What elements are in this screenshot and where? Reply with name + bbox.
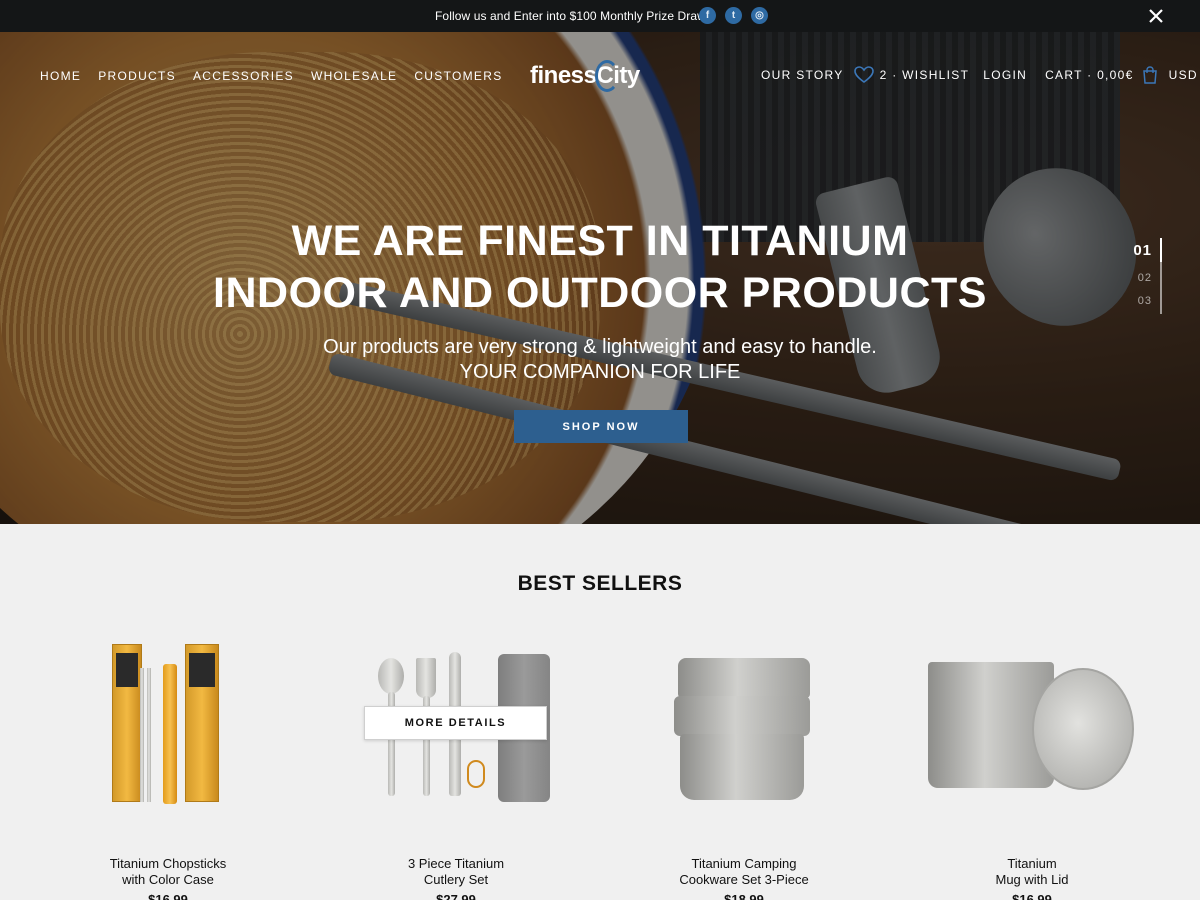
fork-image bbox=[416, 658, 436, 698]
product-image-mug[interactable] bbox=[912, 630, 1152, 820]
product-price: $16.99 bbox=[1012, 892, 1052, 900]
slide-02[interactable]: 02 bbox=[1138, 272, 1152, 284]
product-name-line1: Titanium bbox=[1007, 856, 1057, 871]
slide-03[interactable]: 03 bbox=[1138, 295, 1152, 307]
hero-headline-line2: INDOOR AND OUTDOOR PRODUCTS bbox=[213, 269, 987, 317]
cart-label[interactable]: CART · 0,00€ bbox=[1045, 68, 1134, 82]
cart-link[interactable]: CART · 0,00€ bbox=[1045, 66, 1158, 84]
product-name[interactable]: Titanium Mug with Lid bbox=[912, 856, 1152, 888]
product-name-line2: with Color Case bbox=[122, 872, 214, 887]
facebook-icon[interactable]: f bbox=[699, 7, 716, 24]
site-logo[interactable]: finessCity bbox=[530, 60, 640, 92]
product-price: $18.99 bbox=[724, 892, 764, 900]
product-name[interactable]: Titanium Chopsticks with Color Case bbox=[48, 856, 288, 888]
heart-icon bbox=[853, 66, 874, 83]
product-price: $27.99 bbox=[436, 892, 476, 900]
wishlist-label[interactable]: 2 · WISHLIST bbox=[880, 68, 970, 82]
utility-nav: OUR STORY 2 · WISHLIST LOGIN CART · 0,00… bbox=[761, 66, 1200, 84]
product-card[interactable]: Titanium Chopsticks with Color Case $16.… bbox=[48, 630, 288, 900]
mug-lid-image bbox=[1032, 668, 1134, 790]
pot-bottom-image bbox=[680, 734, 804, 800]
nav-customers[interactable]: CUSTOMERS bbox=[414, 69, 502, 83]
product-image-cutlery[interactable]: MORE DETAILS bbox=[336, 630, 576, 820]
nav-our-story[interactable]: OUR STORY bbox=[761, 68, 844, 82]
announcement-bar: Follow us and Enter into $100 Monthly Pr… bbox=[0, 0, 1200, 32]
product-name[interactable]: 3 Piece Titanium Cutlery Set bbox=[336, 856, 576, 888]
shop-now-button[interactable]: SHOP NOW bbox=[514, 410, 688, 443]
carabiner-image bbox=[467, 760, 485, 788]
product-name-line1: Titanium Camping bbox=[691, 856, 797, 871]
pot-lid-image bbox=[678, 658, 810, 698]
close-icon[interactable] bbox=[1146, 6, 1166, 26]
product-card[interactable]: Titanium Mug with Lid $16.99 bbox=[912, 630, 1152, 900]
product-price: $16.99 bbox=[148, 892, 188, 900]
currency-label[interactable]: USD bbox=[1169, 68, 1198, 82]
logo-text: finess bbox=[530, 62, 597, 89]
hero-headline-line1: WE ARE FINEST IN TITANIUM bbox=[291, 217, 909, 265]
logo-city: City bbox=[595, 60, 640, 92]
product-name-line2: Cookware Set 3-Piece bbox=[679, 872, 809, 887]
best-sellers-title: BEST SELLERS bbox=[517, 572, 683, 595]
spoon-image bbox=[378, 658, 404, 694]
chopstick-image bbox=[140, 668, 144, 802]
hero-subline1: Our products are very strong & lightweig… bbox=[323, 336, 877, 358]
login-link[interactable]: LOGIN bbox=[983, 68, 1027, 82]
slide-indicator: 01 02 03 bbox=[1128, 238, 1162, 314]
wishlist-link[interactable]: 2 · WISHLIST bbox=[853, 66, 970, 84]
nav-wholesale[interactable]: WHOLESALE bbox=[311, 69, 397, 83]
product-name[interactable]: Titanium Camping Cookware Set 3-Piece bbox=[624, 856, 864, 888]
nav-products[interactable]: PRODUCTS bbox=[98, 69, 176, 83]
chopstick-case-image bbox=[163, 664, 177, 804]
chopstick-image bbox=[147, 668, 151, 802]
product-name-line2: Cutlery Set bbox=[423, 872, 489, 887]
shopping-bag-icon bbox=[1142, 66, 1157, 84]
nav-home[interactable]: HOME bbox=[40, 69, 81, 83]
social-links: f t ◎ bbox=[699, 7, 768, 24]
pot-middle-image bbox=[674, 696, 810, 736]
product-name-line1: Titanium Chopsticks bbox=[109, 856, 227, 871]
product-card[interactable]: Titanium Camping Cookware Set 3-Piece $1… bbox=[624, 630, 864, 900]
product-name-line1: 3 Piece Titanium bbox=[407, 856, 505, 871]
product-card[interactable]: MORE DETAILS 3 Piece Titanium Cutlery Se… bbox=[336, 630, 576, 900]
nav-accessories[interactable]: ACCESSORIES bbox=[193, 69, 294, 83]
main-nav: HOME PRODUCTS ACCESSORIES WHOLESALE CUST… bbox=[40, 69, 520, 83]
instagram-icon[interactable]: ◎ bbox=[751, 7, 768, 24]
chopstick-box-image bbox=[185, 644, 219, 802]
slide-01[interactable]: 01 bbox=[1133, 242, 1152, 259]
product-image-cookware[interactable] bbox=[624, 630, 864, 820]
product-name-line2: Mug with Lid bbox=[995, 872, 1069, 887]
hero-subline2: YOUR COMPANION FOR LIFE bbox=[459, 361, 741, 383]
product-image-chopsticks[interactable] bbox=[48, 630, 288, 820]
hero-headline: WE ARE FINEST IN TITANIUM INDOOR AND OUT… bbox=[0, 215, 1200, 319]
chopstick-box-image bbox=[112, 644, 142, 802]
hero-subheading: Our products are very strong & lightweig… bbox=[0, 335, 1200, 385]
announcement-text: Follow us and Enter into $100 Monthly Pr… bbox=[435, 9, 706, 23]
currency-selector[interactable]: USD bbox=[1169, 68, 1200, 82]
twitter-icon[interactable]: t bbox=[725, 7, 742, 24]
more-details-button[interactable]: MORE DETAILS bbox=[364, 706, 547, 740]
